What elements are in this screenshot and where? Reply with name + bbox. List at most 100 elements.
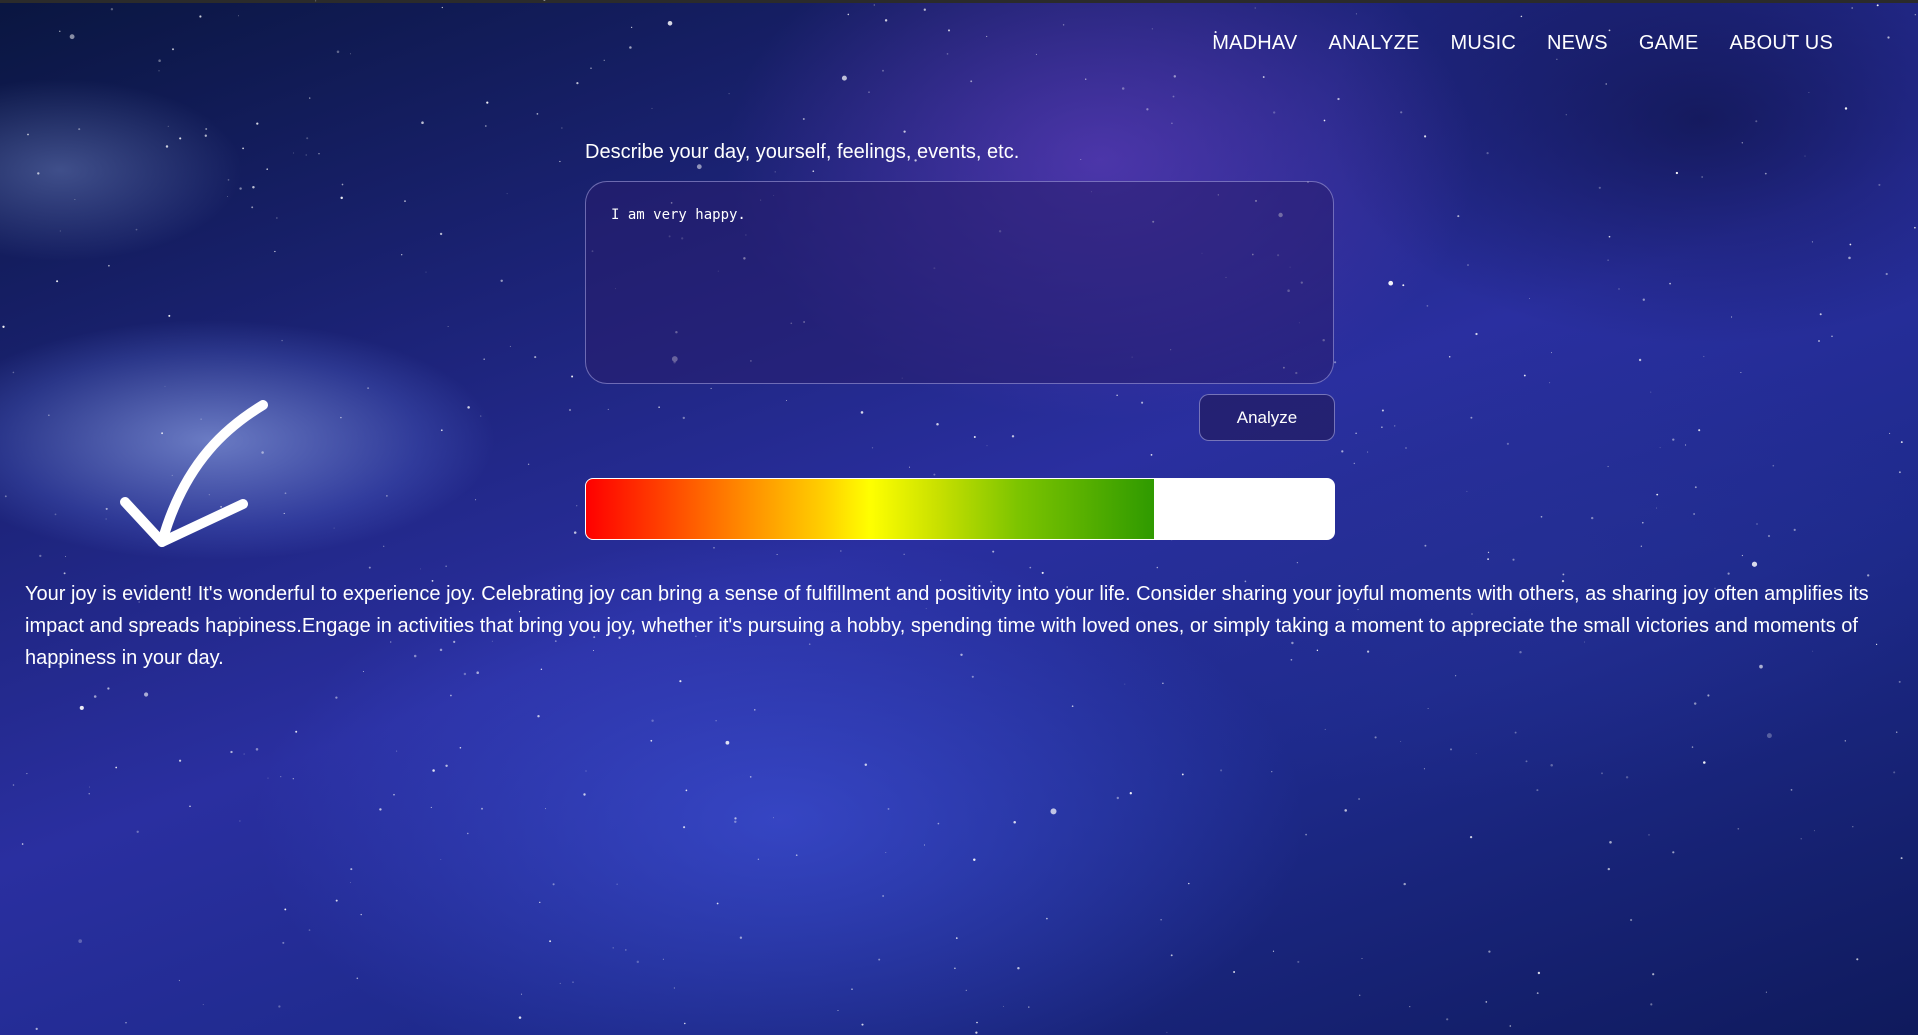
star (450, 694, 452, 697)
star (26, 773, 28, 775)
star (360, 913, 362, 916)
star (1898, 680, 1901, 683)
nav-about-us[interactable]: ABOUT US (1730, 32, 1833, 55)
star (851, 988, 853, 990)
star (537, 714, 540, 718)
nav-music[interactable]: MUSIC (1451, 32, 1516, 55)
star (1361, 958, 1363, 959)
star (459, 746, 462, 749)
star (335, 899, 338, 902)
star (1598, 186, 1601, 189)
star (715, 719, 717, 722)
nav-news[interactable]: NEWS (1547, 32, 1608, 55)
star (682, 416, 685, 420)
star (239, 187, 242, 190)
star (78, 939, 83, 943)
star (1607, 465, 1609, 468)
star (1181, 773, 1184, 776)
star (630, 26, 633, 29)
star (1121, 87, 1125, 90)
star (1536, 992, 1539, 994)
star (754, 709, 756, 711)
star (280, 776, 282, 778)
star (1793, 528, 1796, 531)
star (1272, 950, 1275, 952)
star (933, 473, 936, 476)
star (306, 137, 309, 140)
star (1449, 748, 1453, 751)
star (1455, 675, 1457, 677)
star (1400, 740, 1402, 742)
star (56, 280, 59, 283)
nav-game[interactable]: GAME (1639, 32, 1699, 55)
star (396, 750, 398, 752)
star (1467, 264, 1469, 266)
star (1405, 447, 1407, 449)
analyze-button[interactable]: Analyze (1199, 394, 1335, 441)
star (227, 196, 228, 198)
star (2, 325, 5, 328)
star (1488, 950, 1491, 953)
star (1402, 284, 1405, 287)
star (757, 858, 760, 861)
star (576, 82, 579, 85)
star (882, 69, 884, 72)
star (1337, 97, 1340, 101)
star (1565, 114, 1567, 116)
nav-analyze[interactable]: ANALYZE (1328, 32, 1419, 55)
star (440, 859, 442, 861)
star (368, 566, 371, 569)
star (1790, 789, 1793, 791)
star (1487, 558, 1489, 560)
star (1172, 95, 1175, 98)
star (179, 137, 182, 140)
star (776, 553, 778, 556)
star (1141, 401, 1144, 404)
star (629, 46, 632, 49)
star (1813, 830, 1815, 832)
star (1334, 361, 1337, 364)
star (1638, 358, 1642, 362)
star (1050, 808, 1057, 815)
star (393, 793, 395, 796)
star (651, 719, 654, 722)
star (786, 399, 787, 401)
star (1011, 435, 1015, 438)
star (204, 134, 207, 137)
star (1166, 1031, 1168, 1033)
star (4, 495, 7, 498)
star (937, 822, 940, 825)
star (1129, 792, 1132, 795)
star (1630, 918, 1633, 922)
star (483, 358, 485, 360)
star (12, 371, 15, 374)
star (954, 967, 956, 970)
star (88, 793, 90, 795)
nav-madhav[interactable]: MADHAV (1212, 32, 1297, 55)
star (946, 53, 949, 55)
star (561, 127, 563, 129)
star (1150, 454, 1153, 456)
star (716, 902, 719, 905)
star (1698, 429, 1701, 432)
star (89, 786, 91, 788)
star (773, 817, 775, 819)
star (603, 59, 605, 61)
star (1002, 1005, 1004, 1007)
star (1162, 682, 1164, 685)
star (65, 556, 67, 557)
star (1381, 426, 1383, 428)
star (1607, 259, 1609, 261)
star (864, 763, 868, 766)
star (812, 170, 815, 173)
day-description-input[interactable]: I am very happy. (585, 181, 1334, 384)
star (401, 254, 403, 256)
star (683, 826, 686, 829)
star (78, 128, 81, 131)
star (1271, 771, 1273, 773)
star (710, 387, 712, 389)
star (1475, 332, 1478, 336)
star (256, 122, 259, 125)
star (1914, 14, 1916, 16)
star (379, 808, 382, 811)
